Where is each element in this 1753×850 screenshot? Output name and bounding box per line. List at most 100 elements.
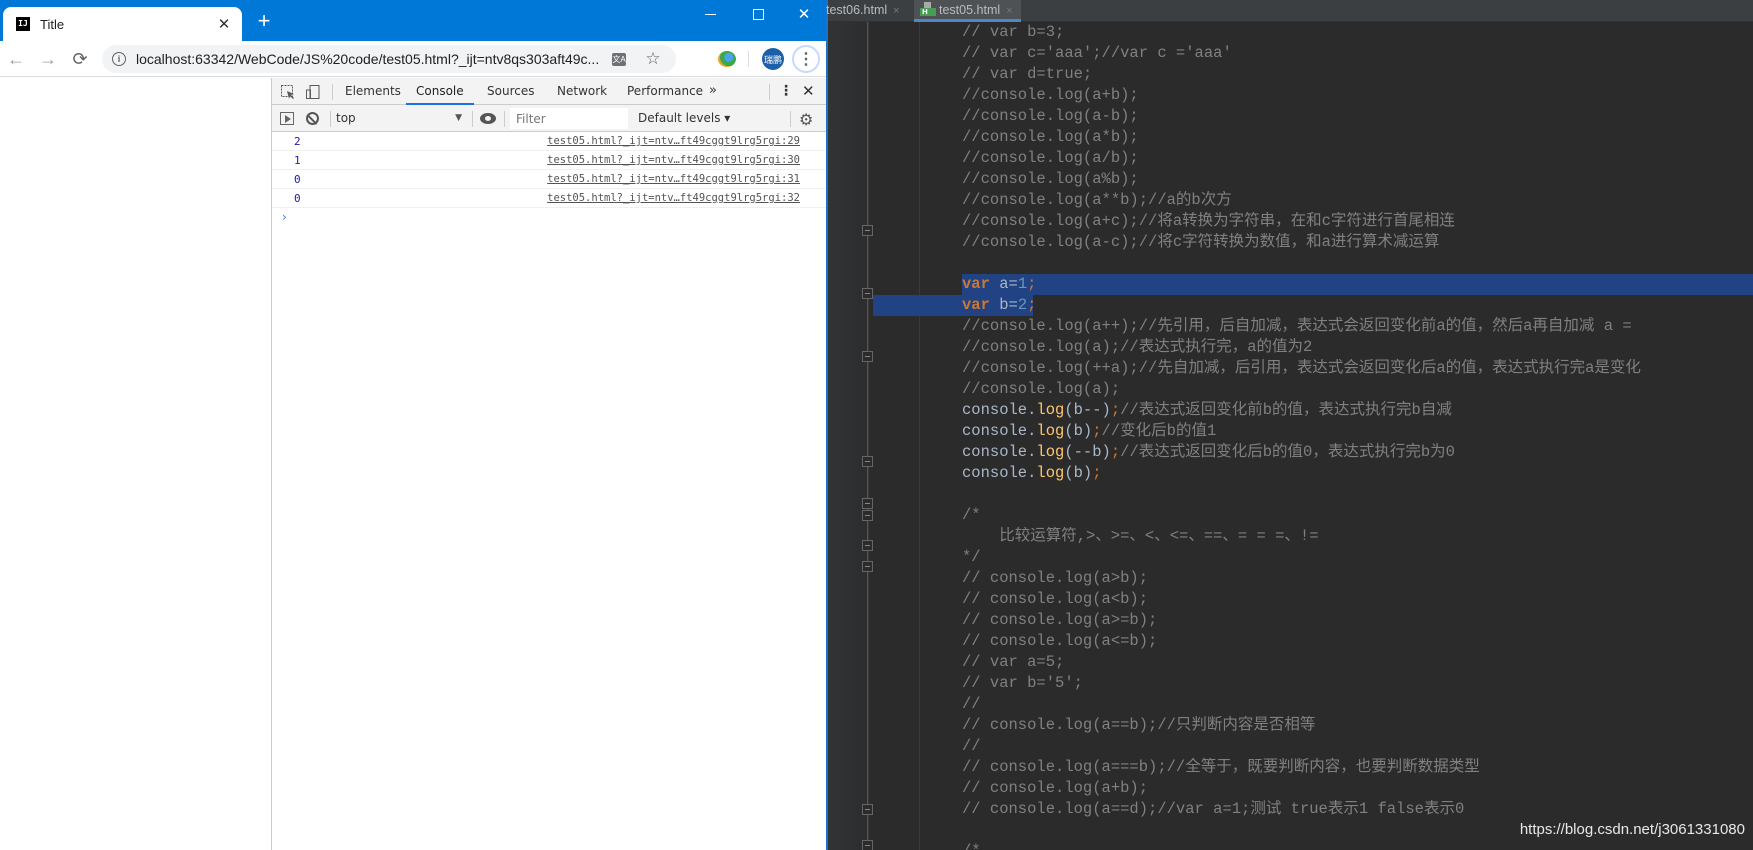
window-close-button[interactable]: ✕ [781,0,827,28]
tab-title: Title [40,16,65,32]
code-line[interactable]: //console.log(a+c);//将a转换为字符串，在和c字符进行首尾相… [962,211,1753,232]
clear-console-icon[interactable] [306,112,319,125]
code-line[interactable] [962,484,1753,505]
browser-menu-button[interactable]: ⋮ [792,45,820,73]
fold-end-icon[interactable] [862,540,873,551]
close-tab-icon[interactable]: × [893,5,899,17]
forward-button[interactable]: → [36,47,60,71]
code-line[interactable]: //console.log(a*b); [962,127,1753,148]
translate-icon[interactable]: 文A [610,50,628,68]
tab-performance[interactable]: Performance [617,78,713,105]
log-levels-dropdown[interactable]: Default levels ▾ [638,105,730,132]
code-line[interactable]: var a=1; [962,274,1753,295]
back-button[interactable]: ← [4,47,28,71]
device-toolbar-icon[interactable] [305,84,321,100]
code-line[interactable]: console.log(--b);//表达式返回变化后b的值0，表达式执行完b为… [962,442,1753,463]
code-line[interactable]: // var b='5'; [962,673,1753,694]
code-line[interactable]: // [962,736,1753,757]
code-line[interactable]: /* [962,505,1753,526]
code-line[interactable]: //console.log(a-b); [962,106,1753,127]
more-tabs-chevron-icon[interactable]: » [709,78,717,104]
console-settings-gear-icon[interactable]: ⚙ [799,110,813,129]
code-line[interactable]: /* [962,841,1753,850]
code-line[interactable]: // console.log(a>b); [962,568,1753,589]
fold-start-icon[interactable] [862,456,873,467]
code-line[interactable]: console.log(b--);//表达式返回变化前b的值，表达式执行完b自减 [962,400,1753,421]
code-line[interactable]: //console.log(a**b);//a的b次方 [962,190,1753,211]
console-filter-input[interactable] [510,108,628,129]
code-editor: test06.html× test05.html× // var b=3;// … [826,0,1753,850]
code-line[interactable]: //console.log(a+b); [962,85,1753,106]
console-source-link[interactable]: test05.html?_ijt=ntv…ft49cggt9lrg5rgi:32 [547,192,800,204]
code-line[interactable]: var b=2; [962,295,1753,316]
code-line[interactable]: console.log(b); [962,463,1753,484]
editor-tab-test06[interactable]: test06.html × [826,0,900,22]
code-line[interactable] [962,253,1753,274]
url-text[interactable]: localhost:63342/WebCode/JS%20code/test05… [136,51,626,67]
inspect-element-icon[interactable] [280,84,296,100]
bookmark-star-icon[interactable]: ☆ [644,49,662,68]
code-line[interactable]: //console.log(a);//表达式执行完，a的值为2 [962,337,1753,358]
address-bar[interactable]: i localhost:63342/WebCode/JS%20code/test… [102,45,676,73]
extension-globe-icon[interactable] [718,51,736,67]
code-line[interactable]: //console.log(a-c);//将c字符转换为数值，和a进行算术减运算 [962,232,1753,253]
code-line[interactable]: // console.log(a<b); [962,589,1753,610]
browser-tab[interactable]: IJ Title ✕ [3,7,242,41]
console-value: 1 [294,154,301,167]
code-line[interactable]: // console.log(a<=b); [962,631,1753,652]
code-line[interactable]: // console.log(a==d);//var a=1;测试 true表示… [962,799,1753,820]
fold-end-icon[interactable] [862,804,873,815]
code-line[interactable]: // console.log(a==b);//只判断内容是否相等 [962,715,1753,736]
fold-end-icon[interactable] [862,225,873,236]
code-line[interactable]: //console.log(a%b); [962,169,1753,190]
code-line[interactable]: // [962,694,1753,715]
code-line[interactable]: // console.log(a+b); [962,778,1753,799]
fold-end-icon[interactable] [862,351,873,362]
code-area[interactable]: // var b=3;// var c='aaa';//var c ='aaa'… [962,22,1753,850]
console-toolbar: top ▼ Default levels ▾ ⚙ [272,105,826,132]
code-line[interactable]: // console.log(a===b);//全等于，既要判断内容，也要判断数… [962,757,1753,778]
close-tab-icon[interactable]: × [1006,5,1012,17]
devtools-menu-button[interactable]: ⋮ [779,78,793,105]
code-line[interactable]: 比较运算符,>、>=、<、<=、==、= = =、!= [962,526,1753,547]
code-line[interactable]: */ [962,547,1753,568]
fold-start-icon[interactable] [862,288,873,299]
tab-elements[interactable]: Elements [335,78,411,105]
tab-network[interactable]: Network [547,78,617,105]
console-source-link[interactable]: test05.html?_ijt=ntv…ft49cggt9lrg5rgi:30 [547,154,800,166]
fold-guide-line [867,22,868,850]
dropdown-arrow-icon: ▼ [455,113,462,123]
fold-start-icon[interactable] [862,561,873,572]
live-expression-eye-icon[interactable] [480,113,496,124]
code-line[interactable]: // var c='aaa';//var c ='aaa' [962,43,1753,64]
code-line[interactable]: //console.log(a/b); [962,148,1753,169]
console-sidebar-icon[interactable] [280,112,294,125]
code-line[interactable]: // var a=5; [962,652,1753,673]
new-tab-button[interactable]: + [254,10,274,32]
tab-sources[interactable]: Sources [477,78,544,105]
minimize-button[interactable] [687,0,733,28]
devtools-close-button[interactable]: ✕ [802,78,815,105]
code-line[interactable]: console.log(b);//变化后b的值1 [962,421,1753,442]
maximize-button[interactable] [735,0,781,28]
console-prompt[interactable]: › [272,208,826,228]
profile-avatar[interactable]: 瑞鹏 [762,48,784,70]
console-source-link[interactable]: test05.html?_ijt=ntv…ft49cggt9lrg5rgi:31 [547,173,800,185]
code-line[interactable]: // console.log(a>=b); [962,610,1753,631]
tab-close-icon[interactable]: ✕ [214,14,234,34]
code-line[interactable]: //console.log(++a);//先自加减，后引用，表达式会返回变化后a… [962,358,1753,379]
code-line[interactable]: // var b=3; [962,22,1753,43]
console-source-link[interactable]: test05.html?_ijt=ntv…ft49cggt9lrg5rgi:29 [547,135,800,147]
code-line[interactable]: //console.log(a++);//先引用，后自加减，表达式会返回变化前a… [962,316,1753,337]
code-line[interactable]: // var d=true; [962,64,1753,85]
reload-button[interactable]: ⟳ [68,47,92,71]
code-line[interactable]: //console.log(a); [962,379,1753,400]
console-value: 2 [294,135,301,148]
fold-start-icon[interactable] [862,840,873,850]
editor-tab-test05[interactable]: test05.html × [914,0,1021,22]
fold-start-icon[interactable] [862,510,873,521]
context-selector[interactable]: top ▼ [336,105,468,132]
tab-console[interactable]: Console [406,78,474,105]
info-icon[interactable]: i [112,52,126,66]
fold-end-icon[interactable] [862,498,873,509]
